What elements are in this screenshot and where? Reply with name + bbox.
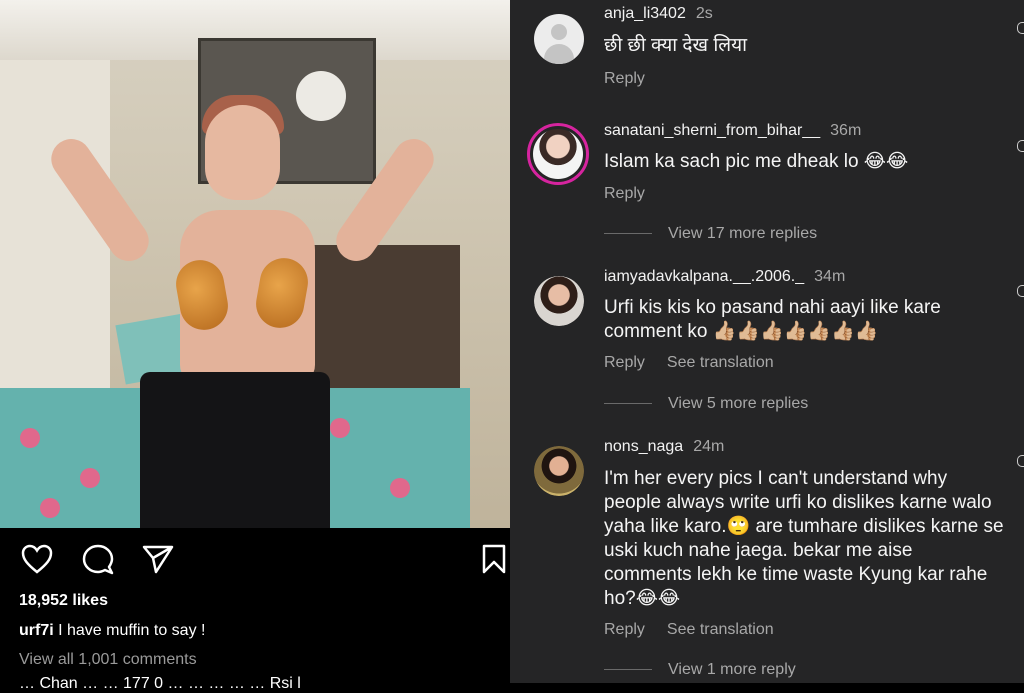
comments-panel: anja_li3402 2s छी छी क्या देख लिया Reply … [510,0,1024,683]
comment-like-icon[interactable] [1017,140,1024,152]
post-actions [0,528,510,588]
comment-username[interactable]: sanatani_sherni_from_bihar__ [604,122,820,139]
comment-username[interactable]: iamyadavkalpana.__.2006._ [604,268,804,285]
reply-button[interactable]: Reply [604,354,645,371]
person [43,90,442,528]
comment-like-icon[interactable] [1017,285,1024,297]
see-translation-button[interactable]: See translation [667,354,774,371]
comment-text: I'm her every pics I can't understand wh… [604,468,1004,609]
see-translation-button[interactable]: See translation [667,621,774,638]
likes-count[interactable]: 18,952 likes [19,592,108,610]
avatar[interactable] [534,276,584,326]
comment-time: 2s [695,5,713,22]
view-more-replies[interactable]: View 5 more replies [604,395,808,413]
reply-button[interactable]: Reply [604,621,645,638]
caption-username[interactable]: urf7i [19,622,54,639]
comment-time: 24m [693,438,725,455]
view-more-replies-label: View 1 more reply [668,661,796,678]
post-panel: 18,952 likes urf7i I have muffin to say … [0,0,510,692]
comment-text: Islam ka sach pic me dheak lo 😂😂 [604,151,909,172]
view-all-comments-link[interactable]: View all 1,001 comments [19,651,197,669]
reply-button[interactable]: Reply [604,70,645,87]
speech-bubble-icon[interactable] [82,544,114,576]
post-photo[interactable] [0,0,510,528]
view-more-replies-label: View 5 more replies [668,395,809,412]
heart-outline-icon[interactable] [21,544,53,574]
comment-username[interactable]: nons_naga [604,438,683,455]
bookmark-icon[interactable] [482,544,506,574]
wall [0,60,110,430]
avatar[interactable] [527,123,589,185]
comment-like-icon[interactable] [1017,22,1024,34]
comment-text: Urfi kis kis ko pasand nahi aayi like ka… [604,297,941,342]
avatar[interactable] [534,14,584,64]
reply-button[interactable]: Reply [604,185,645,202]
comment-time: 34m [814,268,846,285]
comment-time: 36m [830,122,862,139]
view-more-replies-label: View 17 more replies [668,225,818,242]
paper-plane-icon[interactable] [142,544,174,574]
view-more-replies[interactable]: View 1 more reply [604,661,796,679]
comment-username[interactable]: anja_li3402 [604,5,686,22]
post-caption: urf7i I have muffin to say ! [19,622,205,640]
comment-like-icon[interactable] [1017,455,1024,467]
view-more-replies[interactable]: View 17 more replies [604,225,817,243]
truncated-comment: … Chan … … 177 0 … … … … … Rsi l [19,675,301,692]
caption-text: I have muffin to say ! [53,622,206,639]
avatar[interactable] [534,446,584,496]
comment-text: छी छी क्या देख लिया [604,35,748,56]
